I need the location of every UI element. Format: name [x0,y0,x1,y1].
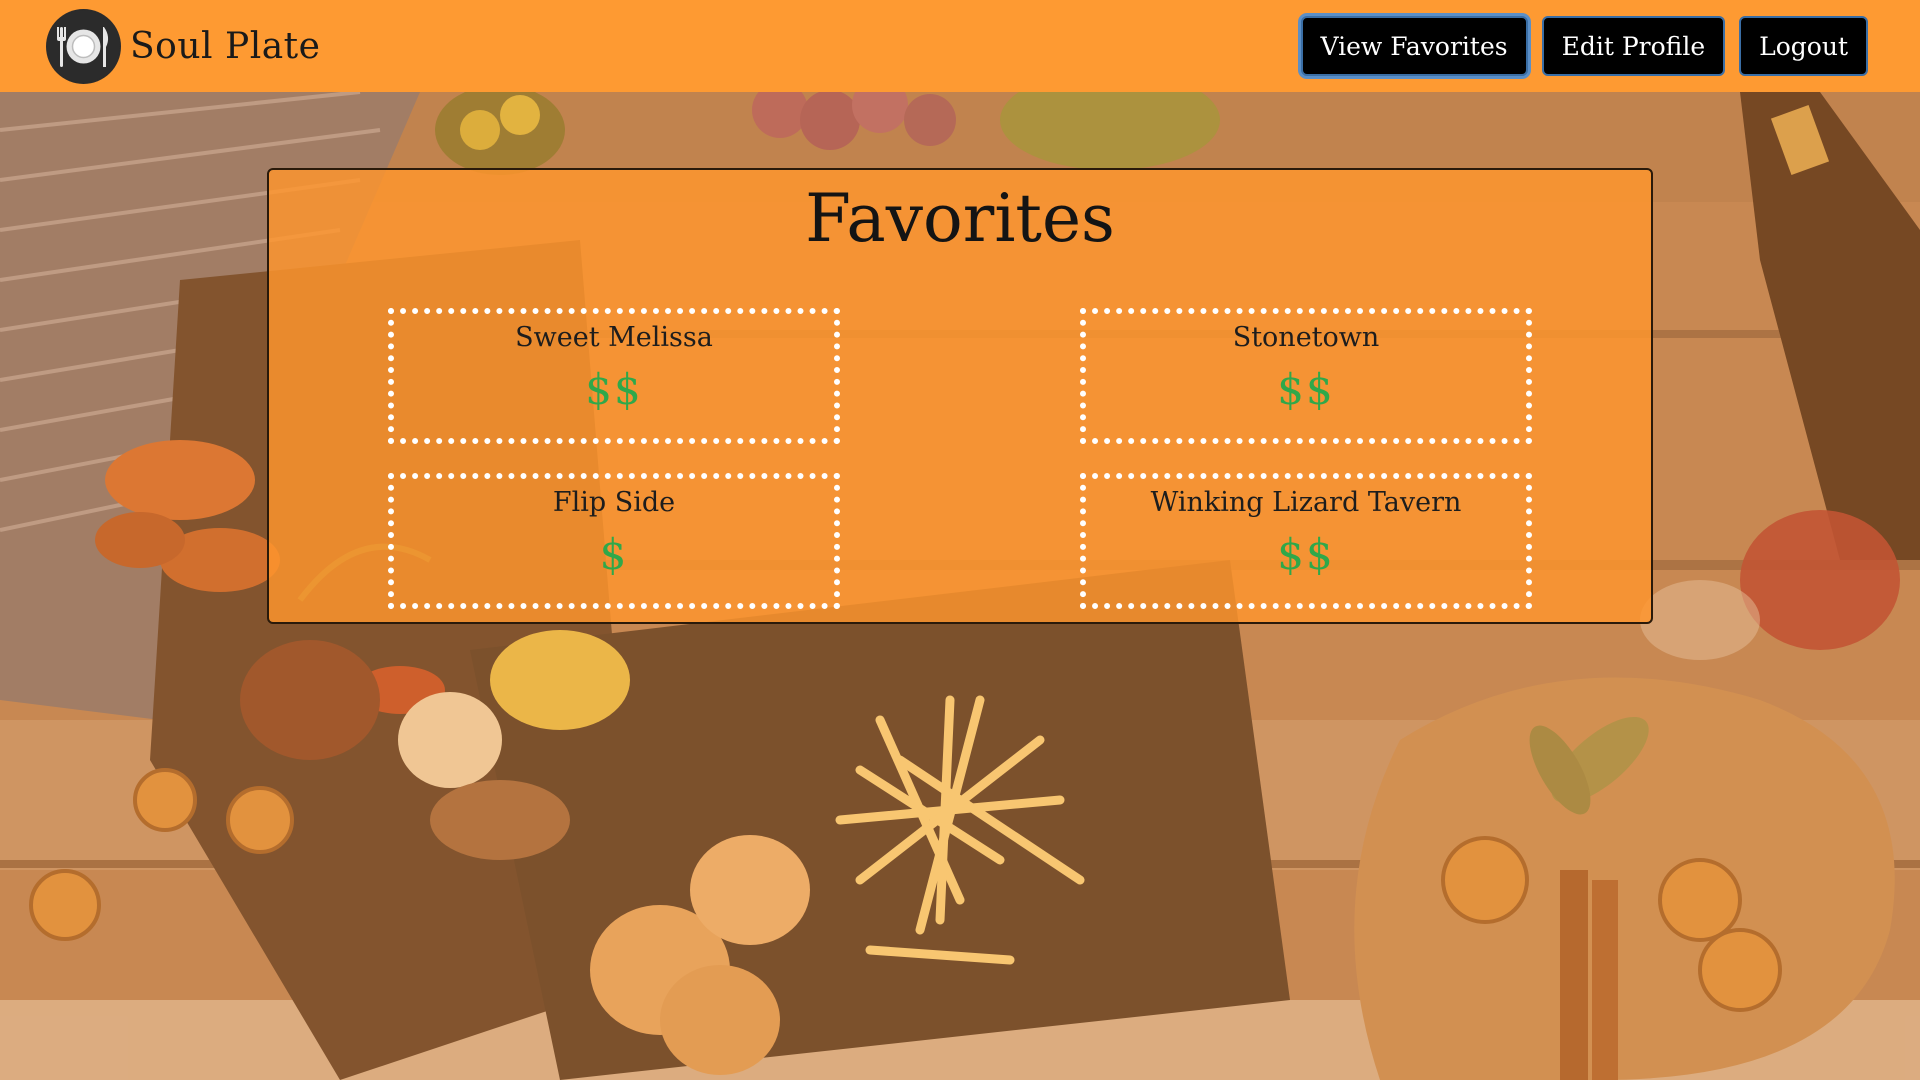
favorites-panel: Favorites Sweet Melissa $$ Stonetown $$ … [267,168,1653,624]
edit-profile-button[interactable]: Edit Profile [1541,16,1726,76]
price-level: $$ [585,365,643,414]
navbar: Soul Plate View Favorites Edit Profile L… [0,0,1920,92]
restaurant-name: Stonetown [1232,322,1380,353]
page-title: Favorites [805,180,1115,257]
restaurant-name: Flip Side [552,487,676,518]
logout-button[interactable]: Logout [1739,16,1868,76]
nav-buttons: View Favorites Edit Profile Logout [1300,16,1868,76]
favorite-card-sweet-melissa[interactable]: Sweet Melissa $$ [388,308,840,444]
favorite-card-stonetown[interactable]: Stonetown $$ [1080,308,1532,444]
price-level: $ [599,530,629,579]
price-level: $$ [1277,365,1335,414]
view-favorites-button[interactable]: View Favorites [1300,16,1528,76]
favorite-card-winking-lizard-tavern[interactable]: Winking Lizard Tavern $$ [1080,473,1532,609]
restaurant-name: Winking Lizard Tavern [1150,487,1462,518]
restaurant-name: Sweet Melissa [515,322,713,353]
brand[interactable]: Soul Plate [46,9,320,84]
favorite-card-flip-side[interactable]: Flip Side $ [388,473,840,609]
plate-fork-knife-icon [46,9,121,84]
brand-name[interactable]: Soul Plate [130,26,320,67]
price-level: $$ [1277,530,1335,579]
